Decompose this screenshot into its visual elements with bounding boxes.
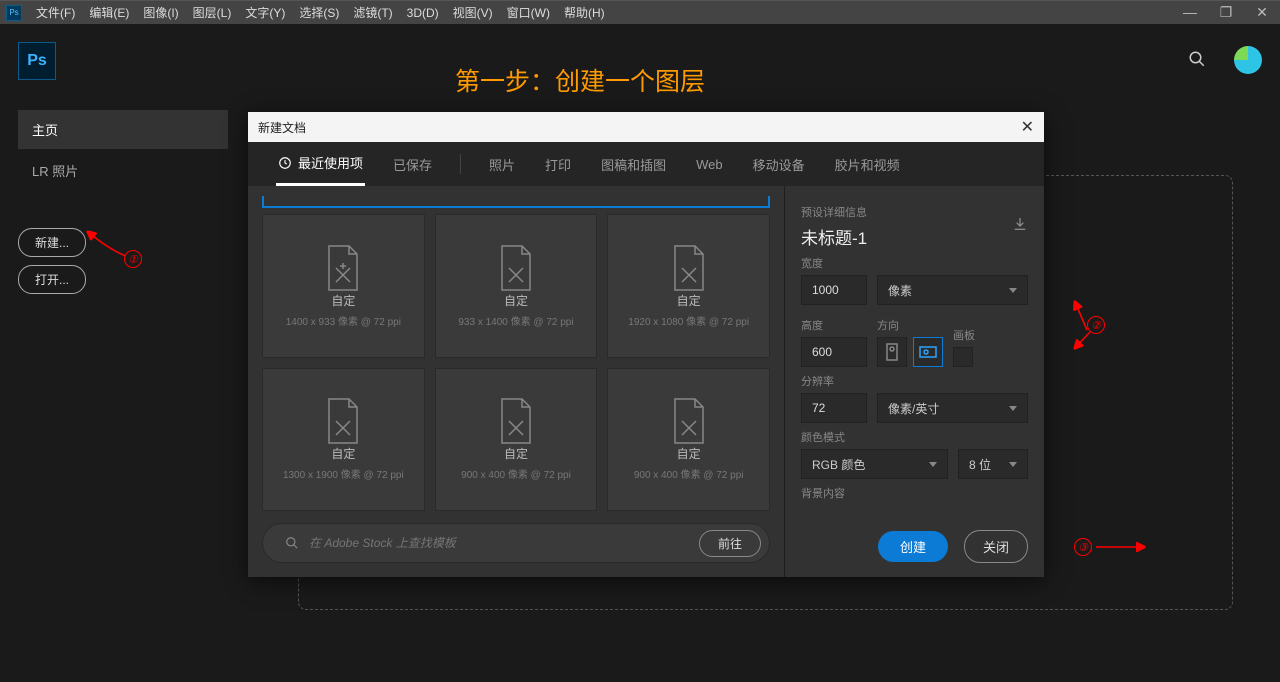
close-button[interactable]: 关闭 <box>964 530 1028 563</box>
artboard-checkbox[interactable] <box>953 347 973 367</box>
menu-bar: Ps 文件(F) 编辑(E) 图像(I) 图层(L) 文字(Y) 选择(S) 滤… <box>0 0 1280 24</box>
menu-window[interactable]: 窗口(W) <box>507 4 550 21</box>
preset-card[interactable]: 自定 1300 x 1900 像素 @ 72 ppi <box>262 368 425 512</box>
anno-step2: ② <box>1087 316 1105 334</box>
orient-portrait[interactable] <box>877 337 907 367</box>
app-badge: Ps <box>6 5 22 21</box>
preset-card[interactable]: 自定 900 x 400 像素 @ 72 ppi <box>607 368 770 512</box>
tab-web[interactable]: Web <box>694 146 725 183</box>
preset-card[interactable]: 自定 933 x 1400 像素 @ 72 ppi <box>435 214 598 358</box>
stock-search: 前往 <box>262 523 770 563</box>
preset-details: 预设详细信息 未标题-1 宽度 像素 高度 方向 <box>784 186 1044 577</box>
search-icon[interactable] <box>1188 50 1206 71</box>
menu-select[interactable]: 选择(S) <box>299 4 339 21</box>
menu-filter[interactable]: 滤镜(T) <box>353 4 392 21</box>
window-controls: — ❐ ✕ <box>1172 0 1280 24</box>
orient-landscape[interactable] <box>913 337 943 367</box>
minimize-icon[interactable]: — <box>1172 0 1208 24</box>
file-icon <box>669 397 709 445</box>
home-sidebar: 主页 LR 照片 新建... 打开... <box>18 110 228 298</box>
tab-photo[interactable]: 照片 <box>487 144 517 185</box>
resolution-unit-select[interactable]: 像素/英寸 <box>877 393 1028 423</box>
doc-title[interactable]: 未标题-1 <box>801 224 1028 249</box>
stock-go-button[interactable]: 前往 <box>699 530 761 557</box>
create-button[interactable]: 创建 <box>878 531 948 562</box>
menu-3d[interactable]: 3D(D) <box>407 6 439 20</box>
tab-mobile[interactable]: 移动设备 <box>751 144 807 185</box>
selected-strip <box>262 196 770 208</box>
modal-title: 新建文档 <box>258 119 306 136</box>
preset-area: 自定 1400 x 933 像素 @ 72 ppi 自定 933 x 1400 … <box>248 186 784 577</box>
new-doc-modal: 新建文档 ✕ 最近使用项 已保存 照片 打印 图稿和插图 Web 移动设备 胶片… <box>248 112 1044 577</box>
sidebar-home[interactable]: 主页 <box>18 110 228 149</box>
modal-close-icon[interactable]: ✕ <box>1021 117 1034 137</box>
menu-text[interactable]: 文字(Y) <box>245 4 285 21</box>
close-window-icon[interactable]: ✕ <box>1244 0 1280 24</box>
bit-depth-select[interactable]: 8 位 <box>958 449 1028 479</box>
width-input[interactable] <box>801 275 867 305</box>
file-icon <box>323 244 363 292</box>
preset-card[interactable]: 自定 900 x 400 像素 @ 72 ppi <box>435 368 598 512</box>
maximize-icon[interactable]: ❐ <box>1208 0 1244 24</box>
menu-view[interactable]: 视图(V) <box>453 4 493 21</box>
tab-saved[interactable]: 已保存 <box>391 144 434 185</box>
preset-card[interactable]: 自定 1920 x 1080 像素 @ 72 ppi <box>607 214 770 358</box>
anno-step1: ① <box>124 250 142 268</box>
file-icon <box>496 397 536 445</box>
tab-illust[interactable]: 图稿和插图 <box>599 144 668 185</box>
menu-help[interactable]: 帮助(H) <box>564 4 605 21</box>
search-icon <box>285 536 299 550</box>
menu-image[interactable]: 图像(I) <box>143 4 178 21</box>
open-file-button[interactable]: 打开... <box>18 265 86 294</box>
download-preset-icon[interactable] <box>1012 216 1028 235</box>
new-file-button[interactable]: 新建... <box>18 228 86 257</box>
file-icon <box>323 397 363 445</box>
file-icon <box>669 244 709 292</box>
avatar[interactable] <box>1234 46 1262 74</box>
stock-search-input[interactable] <box>309 536 689 550</box>
modal-titlebar: 新建文档 ✕ <box>248 112 1044 142</box>
menu-edit[interactable]: 编辑(E) <box>89 4 129 21</box>
resolution-input[interactable] <box>801 393 867 423</box>
menu-file[interactable]: 文件(F) <box>36 4 75 21</box>
file-icon <box>496 244 536 292</box>
tab-recent[interactable]: 最近使用项 <box>276 142 365 186</box>
detail-section-label: 预设详细信息 <box>801 204 1028 220</box>
tutorial-hint: 第一步：创建一个图层 <box>455 62 705 98</box>
sidebar-lr[interactable]: LR 照片 <box>18 149 228 192</box>
tab-film[interactable]: 胶片和视频 <box>833 144 902 185</box>
menu-layer[interactable]: 图层(L) <box>193 4 232 21</box>
anno-step3: ③ <box>1074 538 1092 556</box>
width-unit-select[interactable]: 像素 <box>877 275 1028 305</box>
color-mode-select[interactable]: RGB 颜色 <box>801 449 948 479</box>
height-input[interactable] <box>801 337 867 367</box>
modal-tabs: 最近使用项 已保存 照片 打印 图稿和插图 Web 移动设备 胶片和视频 <box>248 142 1044 186</box>
tab-print[interactable]: 打印 <box>543 144 573 185</box>
preset-card[interactable]: 自定 1400 x 933 像素 @ 72 ppi <box>262 214 425 358</box>
ps-logo: Ps <box>18 42 56 80</box>
